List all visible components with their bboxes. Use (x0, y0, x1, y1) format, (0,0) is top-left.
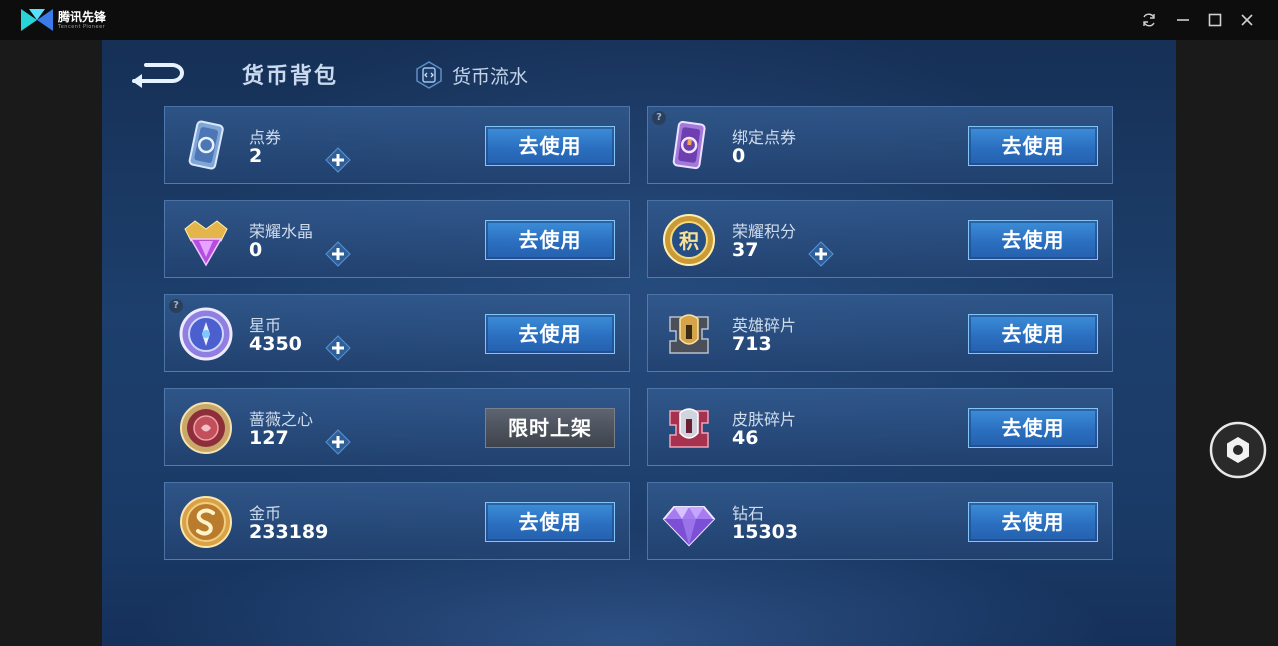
currency-flow-icon (416, 61, 442, 89)
app-logo-icon (21, 9, 53, 31)
close-icon[interactable] (1237, 10, 1257, 30)
window-titlebar: 腾讯先锋 Tencent Pioneer (0, 0, 1278, 40)
item-value: 0 (732, 145, 746, 167)
app-name-en: Tencent Pioneer (58, 23, 106, 30)
limited-time-button[interactable]: 限时上架 (485, 408, 615, 448)
maximize-icon[interactable] (1205, 10, 1225, 30)
use-button[interactable]: 去使用 (485, 314, 615, 354)
skin-fragment-icon (669, 408, 709, 448)
emulator-frame-left (0, 40, 102, 646)
item-value: 0 (249, 239, 263, 261)
item-value: 233189 (249, 521, 329, 543)
item-value: 37 (732, 239, 759, 261)
plus-icon[interactable] (325, 335, 351, 361)
item-value: 46 (732, 427, 759, 449)
gold-coin-icon (180, 496, 232, 548)
item-value: 4350 (249, 333, 302, 355)
use-button[interactable]: 去使用 (968, 502, 1098, 542)
currency-card-rose-heart: 蔷薇之心 127 限时上架 (164, 388, 630, 466)
use-button[interactable]: 去使用 (485, 502, 615, 542)
app-name: 腾讯先锋 (58, 9, 107, 24)
back-arrow-icon[interactable] (128, 58, 184, 88)
currency-card-bound-coupon: ? 绑定点券 0 去使用 (647, 106, 1113, 184)
currency-card-star-coin: ? 星币 4350 去使用 (164, 294, 630, 372)
currency-card-skin-fragment: 皮肤碎片 46 去使用 (647, 388, 1113, 466)
app-logo: 腾讯先锋 Tencent Pioneer (20, 7, 106, 33)
use-button[interactable]: 去使用 (968, 220, 1098, 260)
currency-card-gold-coin: 金币 233189 去使用 (164, 482, 630, 560)
item-value: 127 (249, 427, 289, 449)
glory-crystal-icon (184, 220, 228, 267)
plus-icon[interactable] (808, 241, 834, 267)
coupon-card-icon (188, 120, 224, 170)
page-title: 货币背包 (242, 64, 339, 89)
currency-card-hero-fragment: 英雄碎片 713 去使用 (647, 294, 1113, 372)
currency-flow-label: 货币流水 (452, 65, 529, 88)
currency-card-coupon: 点券 2 去使用 (164, 106, 630, 184)
use-button[interactable]: 去使用 (968, 126, 1098, 166)
glory-points-icon: 积 (663, 214, 715, 266)
item-value: 713 (732, 333, 772, 355)
floating-assistant-icon[interactable] (1209, 421, 1267, 479)
rose-heart-icon (180, 402, 232, 454)
currency-flow-tab[interactable]: 货币流水 (414, 60, 528, 90)
use-button[interactable]: 去使用 (968, 314, 1098, 354)
use-button[interactable]: 去使用 (485, 220, 615, 260)
plus-icon[interactable] (325, 147, 351, 173)
game-screen: 货币背包 货币流水 点券 2 去使用 ? 绑定点券 0 去使用 荣耀水晶 0 去… (102, 40, 1176, 646)
use-button[interactable]: 去使用 (485, 126, 615, 166)
glory-points-glyph: 积 (679, 229, 699, 253)
currency-card-glory-crystal: 荣耀水晶 0 去使用 (164, 200, 630, 278)
currency-card-diamond: 钻石 15303 去使用 (647, 482, 1113, 560)
item-value: 15303 (732, 521, 799, 543)
plus-icon[interactable] (325, 241, 351, 267)
star-coin-icon (179, 307, 233, 361)
item-value: 2 (249, 145, 263, 167)
diamond-icon (662, 506, 716, 547)
bound-coupon-card-icon (672, 120, 706, 170)
use-button[interactable]: 去使用 (968, 408, 1098, 448)
hero-fragment-icon (669, 314, 709, 354)
plus-icon[interactable] (325, 429, 351, 455)
minimize-icon[interactable] (1173, 10, 1193, 30)
refresh-icon[interactable] (1139, 10, 1159, 30)
emulator-frame-right (1176, 40, 1278, 646)
currency-card-glory-points: 积 荣耀积分 37 去使用 (647, 200, 1113, 278)
